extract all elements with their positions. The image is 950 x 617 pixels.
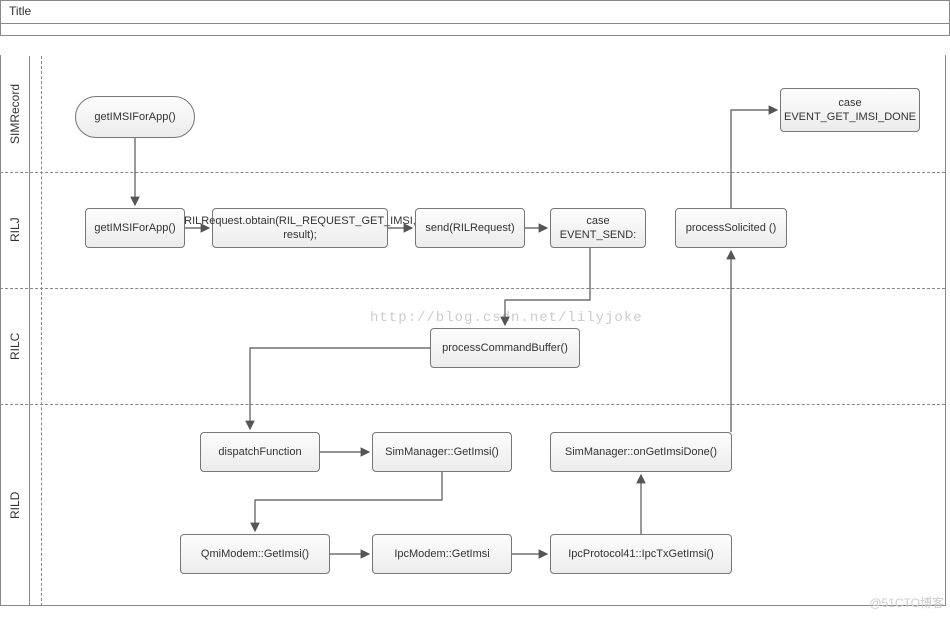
arrows <box>0 0 950 617</box>
